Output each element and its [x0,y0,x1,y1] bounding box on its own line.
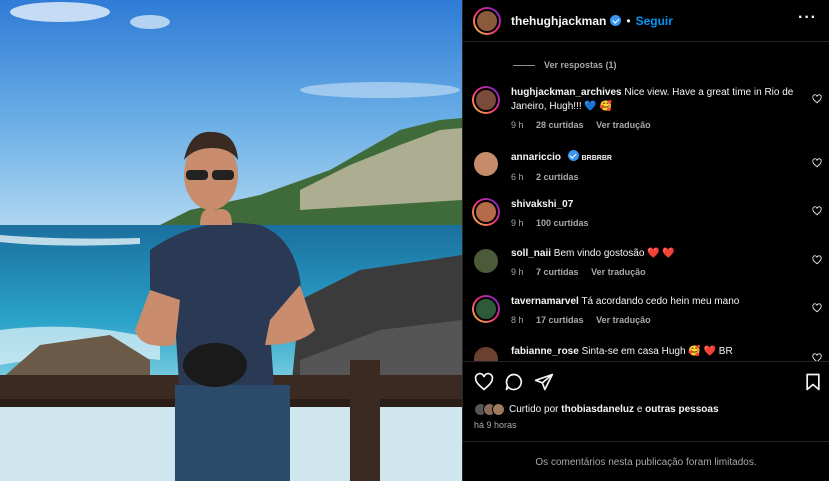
comment-body: hughjackman_archives Nice view. Have a g… [511,86,806,132]
comment-meta: 9 h 7 curtidas Ver tradução [511,265,806,279]
comment-username[interactable]: shivakshi_07 [511,199,573,210]
follow-button[interactable]: Seguir [636,14,673,28]
post-image [0,0,462,481]
comment-time: 9 h [511,218,524,228]
comment-avatar[interactable] [472,247,500,275]
comment-likes[interactable]: 17 curtidas [536,315,584,325]
comment-meta: 8 h 17 curtidas Ver tradução [511,313,806,327]
verified-badge-icon [567,150,579,161]
comment-likes[interactable]: 7 curtidas [536,267,579,277]
post-timestamp[interactable]: há 9 horas [474,420,517,430]
comment-body: annariccio BRBRBR 6 h 2 curtidas [511,150,806,184]
comment-body: tavernamarvel Tá acordando cedo hein meu… [511,295,806,327]
comment-time: 8 h [511,315,524,325]
comment-item: hughjackman_archives Nice view. Have a g… [472,86,822,136]
liked-by-user[interactable]: thobiasdaneluz [561,404,634,415]
comment-item: shivakshi_07 9 h 100 curtidas [472,198,822,238]
comments-limited-notice: Os comentários nesta publicação foram li… [463,441,829,481]
comment-meta: 9 h 100 curtidas [511,216,806,230]
comment-text: Tá acordando cedo hein meu mano [581,296,740,307]
comment-username[interactable]: soll_naii [511,248,551,259]
comment-username[interactable]: fabianne_rose [511,346,579,357]
comment-item: annariccio BRBRBR 6 h 2 curtidas [472,150,822,190]
bookmark-icon[interactable] [803,372,823,392]
comment-likes[interactable]: 28 curtidas [536,120,584,130]
comment-likes[interactable]: 2 curtidas [536,172,579,182]
comment-time: 6 h [511,172,524,182]
comment-like-heart-icon[interactable] [812,94,822,104]
liker-avatars[interactable] [474,403,505,416]
comment-text: Sinta-se em casa Hugh 🥰 ❤️ BR [581,346,733,357]
post-side-panel: thehughjackman • Seguir ··· Ver resposta… [462,0,829,481]
comment-icon[interactable] [504,372,524,392]
comment-avatar[interactable] [472,295,500,323]
comment-text: Bem vindo gostosão ❤️ ❤️ [553,248,675,259]
translate-button[interactable]: Ver tradução [596,120,651,130]
post-actions: Curtido por thobiasdaneluz e outras pess… [463,361,829,481]
send-icon[interactable] [534,372,554,392]
translate-button[interactable]: Ver tradução [591,267,646,277]
translate-button[interactable]: Ver tradução [596,315,651,325]
author-avatar[interactable] [473,6,501,35]
comment-item: tavernamarvel Tá acordando cedo hein meu… [472,295,822,335]
comment-like-heart-icon[interactable] [812,158,822,168]
replies-divider [513,65,535,66]
comment-item: fabianne_rose Sinta-se em casa Hugh 🥰 ❤️… [472,345,822,361]
comment-likes[interactable]: 100 curtidas [536,218,589,228]
liked-by: Curtido por thobiasdaneluz e outras pess… [474,403,719,416]
comment-meta: 6 h 2 curtidas [511,170,806,184]
comment-avatar[interactable] [472,86,500,114]
instagram-post-view: thehughjackman • Seguir ··· Ver resposta… [0,0,829,481]
comment-body: soll_naii Bem vindo gostosão ❤️ ❤️ 9 h 7… [511,247,806,279]
comment-username[interactable]: hughjackman_archives [511,87,622,98]
heart-icon[interactable] [474,372,494,392]
comment-username[interactable]: tavernamarvel [511,296,579,307]
liked-by-conjunction: e [636,404,643,415]
comment-time: 9 h [511,120,524,130]
comment-like-heart-icon[interactable] [812,206,822,216]
comment-text: BRBRBR [581,155,612,162]
post-photo[interactable] [0,0,462,481]
comment-item: soll_naii Bem vindo gostosão ❤️ ❤️ 9 h 7… [472,247,822,287]
comment-avatar[interactable] [472,150,500,178]
comment-like-heart-icon[interactable] [812,353,822,361]
liked-by-others[interactable]: outras pessoas [645,404,718,415]
verified-badge-icon [610,15,622,26]
comment-time: 9 h [511,267,524,277]
header-separator: • [626,13,631,28]
comment-avatar[interactable] [472,345,500,361]
more-options-icon[interactable]: ··· [798,10,817,26]
comment-username[interactable]: annariccio [511,152,561,163]
comment-body: shivakshi_07 9 h 100 curtidas [511,198,806,230]
view-replies-button[interactable]: Ver respostas (1) [544,60,617,70]
comments-list[interactable]: Ver respostas (1) hughjackman_archives N… [463,43,829,361]
author-username[interactable]: thehughjackman [511,14,606,28]
liked-by-prefix: Curtido por [509,404,559,415]
comment-body: fabianne_rose Sinta-se em casa Hugh 🥰 ❤️… [511,345,806,359]
comment-like-heart-icon[interactable] [812,303,822,313]
comment-meta: 9 h 28 curtidas Ver tradução [511,118,806,132]
comment-avatar[interactable] [472,198,500,226]
post-header: thehughjackman • Seguir ··· [463,0,829,42]
comment-like-heart-icon[interactable] [812,255,822,265]
